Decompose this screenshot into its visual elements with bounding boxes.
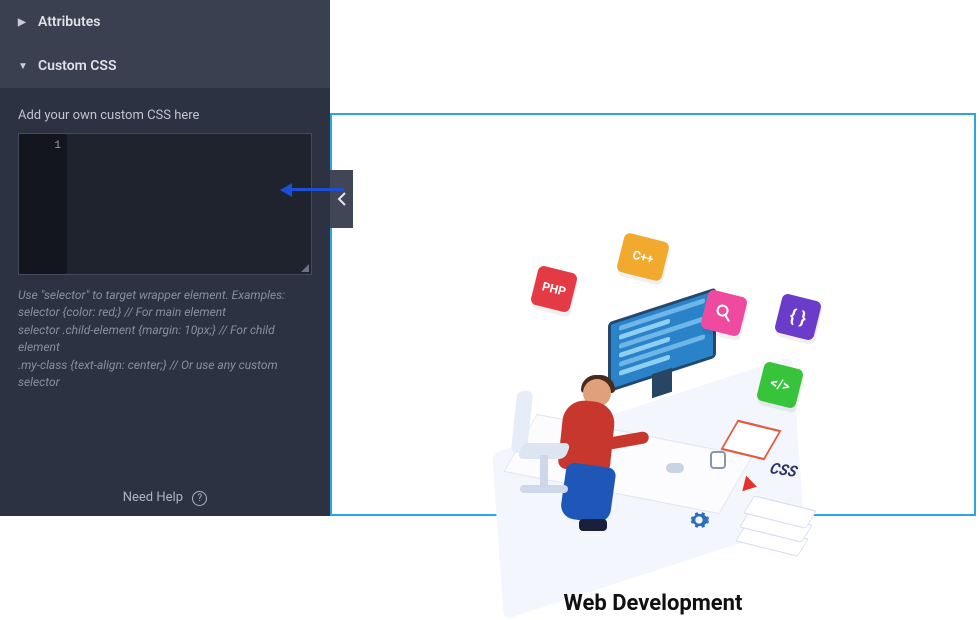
custom-css-help-text: Use "selector" to target wrapper element… [18, 287, 312, 391]
panel-attributes[interactable]: ▶ Attributes [0, 0, 330, 44]
chair-icon [512, 425, 574, 505]
php-badge-icon: PHP [530, 265, 578, 313]
annotation-arrow [280, 183, 344, 195]
chevron-right-icon: ▶ [18, 17, 28, 28]
gear-icon [688, 509, 710, 531]
help-icon: ? [192, 491, 207, 506]
code-area[interactable] [67, 134, 311, 274]
line-number: 1 [54, 140, 61, 152]
custom-css-section: Add your own custom CSS here 1 Use "sele… [0, 88, 330, 405]
need-help-label: Need Help [123, 490, 183, 505]
resize-handle-icon[interactable] [299, 262, 309, 272]
panel-attributes-label: Attributes [38, 14, 100, 30]
panel-custom-css-label: Custom CSS [38, 58, 117, 74]
preview-canvas: PHP C++ { } </> CSS Web Development [330, 0, 980, 516]
widget-title: Web Development [564, 591, 743, 616]
braces-badge-icon: { } [774, 293, 822, 341]
web-development-illustration: PHP C++ { } </> CSS [468, 245, 838, 565]
code-gutter: 1 [19, 134, 67, 274]
sidebar-collapse-button[interactable] [330, 170, 353, 228]
magnifier-icon [713, 302, 735, 324]
custom-css-editor[interactable]: 1 [18, 133, 312, 275]
custom-css-section-label: Add your own custom CSS here [18, 108, 312, 123]
editor-sidebar: ▶ Attributes ▼ Custom CSS Add your own c… [0, 0, 330, 516]
cpp-badge-icon: C++ [616, 232, 670, 282]
mouse-icon [666, 463, 684, 473]
paper-stack-icon [736, 495, 814, 565]
chevron-down-icon: ▼ [18, 61, 28, 72]
selected-widget[interactable]: PHP C++ { } </> CSS Web Development [330, 113, 976, 516]
mug-icon [710, 451, 726, 469]
sidebar-footer: Need Help ? [0, 472, 330, 516]
panel-custom-css[interactable]: ▼ Custom CSS [0, 44, 330, 88]
need-help-link[interactable]: Need Help ? [123, 490, 207, 505]
css-stack-label: CSS [768, 459, 800, 481]
